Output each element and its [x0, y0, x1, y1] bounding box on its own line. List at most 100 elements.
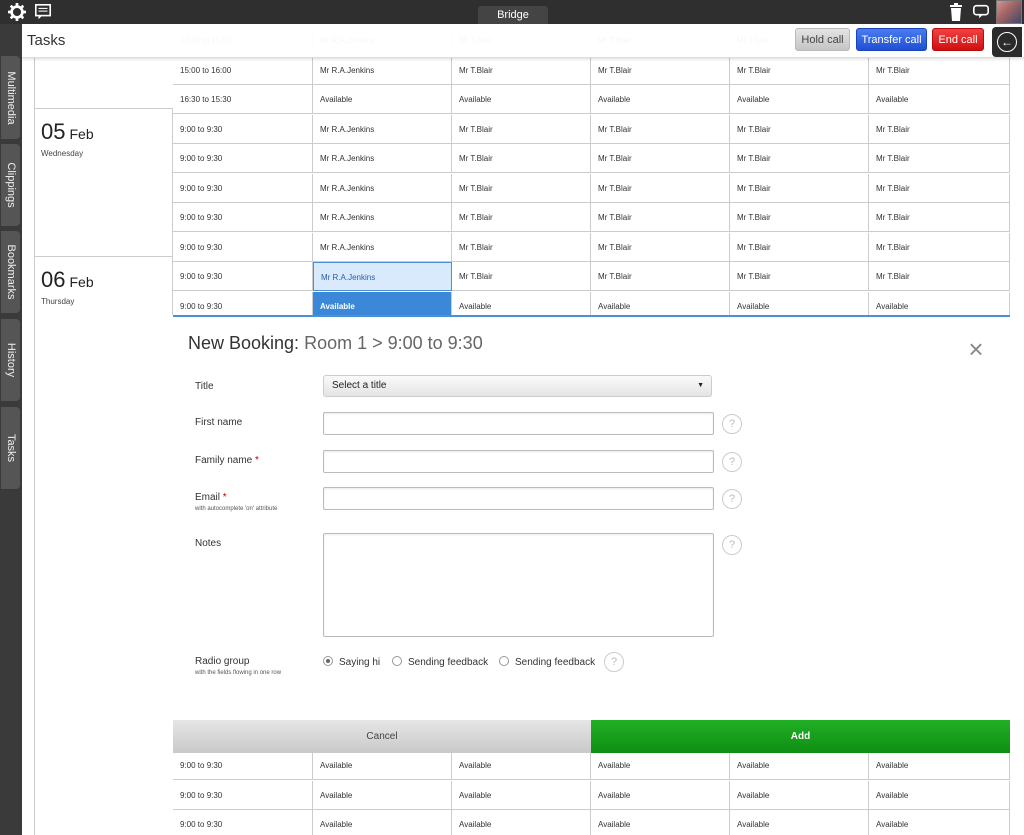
booking-cell[interactable]: Available [869, 780, 1010, 810]
booking-cell[interactable]: Available [452, 780, 591, 810]
booking-cell[interactable]: Mr T.Blair [730, 173, 869, 203]
booking-cell[interactable]: Mr T.Blair [591, 173, 730, 203]
booking-cell[interactable]: Mr T.Blair [869, 55, 1010, 85]
booking-cell[interactable]: Mr T.Blair [869, 173, 1010, 203]
cancel-button[interactable]: Cancel [173, 720, 591, 753]
booking-cell[interactable]: Mr T.Blair [452, 55, 591, 85]
close-icon[interactable]: × [965, 336, 987, 362]
booking-cell[interactable]: Available [869, 85, 1010, 114]
bridge-tab[interactable]: Bridge [478, 6, 548, 24]
email-field[interactable] [323, 487, 714, 510]
booking-cell[interactable]: Available [313, 751, 452, 780]
booking-cell[interactable]: Mr T.Blair [869, 144, 1010, 173]
day-name: Thursday [41, 297, 75, 306]
title-select[interactable]: Select a title ▼ [323, 375, 712, 397]
booking-cell[interactable]: Mr T.Blair [452, 232, 591, 262]
form-title: New Booking: Room 1 > 9:00 to 9:30 [188, 333, 483, 353]
hold-call-button[interactable]: Hold call [795, 28, 850, 51]
booking-cell[interactable]: Available [313, 85, 452, 114]
booking-cell[interactable]: Available [869, 810, 1010, 835]
booking-cell[interactable]: Mr T.Blair [452, 203, 591, 232]
first-name-field[interactable] [323, 412, 714, 435]
booking-cell[interactable]: Mr T.Blair [452, 173, 591, 203]
speech-bubble-icon[interactable] [972, 3, 990, 21]
booking-cell[interactable]: Mr T.Blair [869, 262, 1010, 291]
time-slot-cell: 9:00 to 9:30 [173, 751, 313, 780]
booking-cell[interactable]: Mr T.Blair [869, 203, 1010, 232]
booking-cell[interactable]: Mr R.A.Jenkins [313, 55, 452, 85]
booking-cell[interactable]: Mr T.Blair [591, 203, 730, 232]
booking-cell[interactable]: Available [730, 810, 869, 835]
notes-icon[interactable] [34, 3, 52, 21]
booking-cell[interactable]: Mr T.Blair [591, 114, 730, 144]
booking-cell[interactable]: Available [730, 751, 869, 780]
help-icon[interactable]: ? [604, 652, 624, 672]
booking-cell[interactable]: Available [452, 751, 591, 780]
end-call-button[interactable]: End call [932, 28, 984, 51]
booking-cell[interactable]: Available [730, 780, 869, 810]
notes-label: Notes [195, 538, 222, 549]
booking-cell[interactable]: Mr R.A.Jenkins [313, 232, 452, 262]
day-name: Wednesday [41, 149, 84, 158]
help-icon[interactable]: ? [722, 535, 742, 555]
booking-cell[interactable]: Available [452, 85, 591, 114]
sidebar: Multimedia Clippings Bookmarks History T… [0, 24, 22, 835]
day-number: 06 Feb [41, 267, 94, 292]
booking-cell[interactable]: Available [313, 780, 452, 810]
booking-cell[interactable]: Available [313, 810, 452, 835]
add-button[interactable]: Add [591, 720, 1010, 753]
sidebar-tab-tasks[interactable]: Tasks [1, 407, 20, 489]
table-row: 16:30 to 15:30 Available Available Availabl… [173, 85, 1010, 114]
booking-cell[interactable]: Mr R.A.Jenkins [313, 144, 452, 173]
booking-cell[interactable]: Mr T.Blair [452, 114, 591, 144]
booking-cell[interactable]: Available [730, 85, 869, 114]
sidebar-tab-multimedia[interactable]: Multimedia [1, 56, 20, 139]
main-panel: 05Feb Wednesday 06Feb Thursday 13:30 to … [22, 24, 1024, 835]
radio-option-feedback-2[interactable]: Sending feedback [499, 656, 595, 668]
booking-cell[interactable]: Available [591, 780, 730, 810]
time-slot-cell: 9:00 to 9:30 [173, 144, 313, 173]
trash-icon[interactable] [948, 2, 964, 22]
booking-cell[interactable]: Available [452, 810, 591, 835]
table-row: 9:00 to 9:30 Mr R.A.Jenkins Mr T.Blair Mr T… [173, 114, 1010, 144]
family-name-field[interactable] [323, 450, 714, 473]
sidebar-tab-bookmarks[interactable]: Bookmarks [1, 231, 20, 313]
help-icon[interactable]: ? [722, 489, 742, 509]
sidebar-tab-clippings[interactable]: Clippings [1, 144, 20, 226]
radio-option-saying-hi[interactable]: Saying hi [323, 656, 380, 668]
booking-cell[interactable]: Mr T.Blair [730, 232, 869, 262]
avatar[interactable] [996, 0, 1022, 24]
day-header: 06 Feb Thursday [34, 256, 173, 315]
sidebar-tab-history[interactable]: History [1, 319, 20, 401]
booking-cell[interactable]: Mr R.A.Jenkins [313, 173, 452, 203]
booking-cell[interactable]: Mr T.Blair [730, 262, 869, 291]
booking-cell[interactable]: Mr T.Blair [730, 144, 869, 173]
booking-cell[interactable]: Available [869, 751, 1010, 780]
booking-cell[interactable]: Mr T.Blair [730, 203, 869, 232]
radio-option-feedback[interactable]: Sending feedback [392, 656, 488, 668]
caret-down-icon: ▼ [697, 382, 704, 389]
booking-cell[interactable]: Available [591, 810, 730, 835]
booking-cell[interactable]: Mr R.A.Jenkins [313, 262, 452, 291]
booking-cell[interactable]: Mr T.Blair [591, 55, 730, 85]
booking-cell[interactable]: Mr T.Blair [869, 232, 1010, 262]
booking-cell[interactable]: Mr T.Blair [452, 144, 591, 173]
booking-cell[interactable]: Mr T.Blair [591, 262, 730, 291]
transfer-call-button[interactable]: Transfer call [856, 28, 927, 51]
gear-icon[interactable] [8, 3, 26, 21]
booking-cell[interactable]: Available [591, 85, 730, 114]
booking-cell[interactable]: Mr T.Blair [869, 114, 1010, 144]
top-bar: Bridge [0, 0, 1024, 24]
booking-cell[interactable]: Mr T.Blair [730, 55, 869, 85]
booking-cell[interactable]: Available [591, 751, 730, 780]
booking-cell[interactable]: Mr T.Blair [730, 114, 869, 144]
booking-cell[interactable]: Mr T.Blair [452, 262, 591, 291]
help-icon[interactable]: ? [722, 414, 742, 434]
booking-cell[interactable]: Mr R.A.Jenkins [313, 114, 452, 144]
help-icon[interactable]: ? [722, 452, 742, 472]
notes-textarea[interactable] [323, 533, 714, 637]
booking-cell[interactable]: Mr T.Blair [591, 144, 730, 173]
back-button[interactable]: ← [992, 27, 1022, 57]
booking-cell[interactable]: Mr T.Blair [591, 232, 730, 262]
booking-cell[interactable]: Mr R.A.Jenkins [313, 203, 452, 232]
